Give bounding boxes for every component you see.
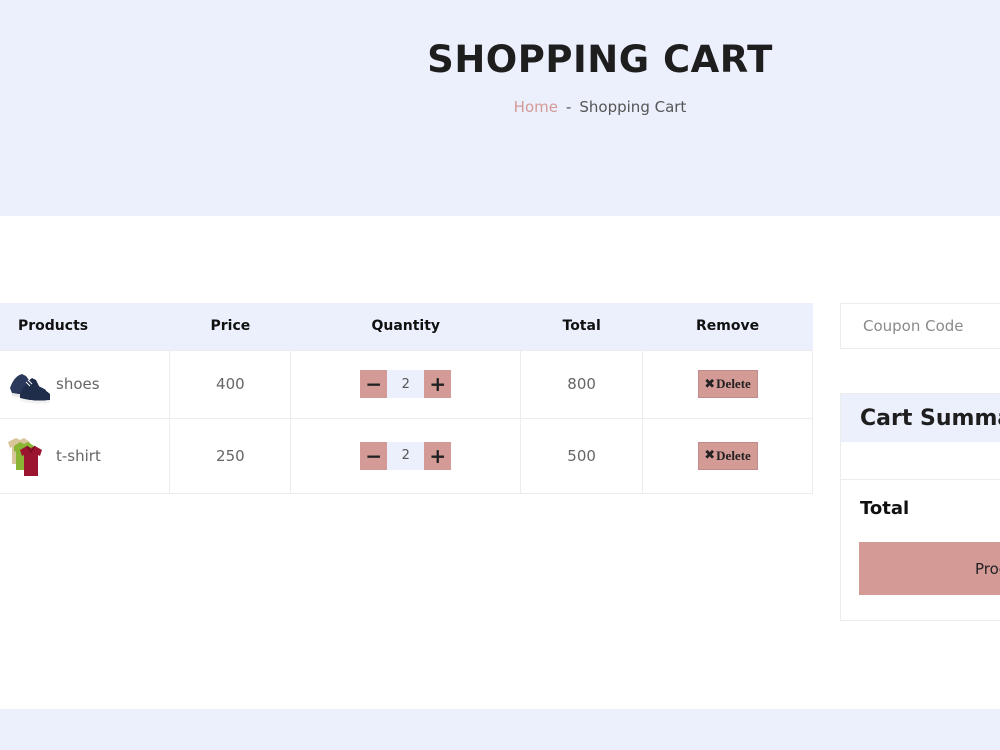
delete-button[interactable]: ✖ Delete (697, 441, 758, 470)
quantity-cell: − 2 + (290, 417, 522, 494)
quantity-cell: − 2 + (290, 349, 522, 419)
cart-table: Products Price Quantity Total Remove sho… (0, 303, 813, 494)
delete-label: Delete (716, 447, 751, 463)
table-row: t-shirt 250 − 2 + 500 ✖ Delete (0, 417, 813, 494)
column-header-products: Products (0, 303, 170, 350)
remove-cell: ✖ Delete (642, 349, 813, 419)
shoes-image (10, 374, 50, 404)
page-title: SHOPPING CART (427, 38, 773, 81)
quantity-stepper: − 2 + (360, 370, 452, 398)
quantity-input[interactable]: 2 (387, 370, 425, 398)
product-name[interactable]: shoes (56, 375, 100, 393)
quantity-input[interactable]: 2 (387, 441, 425, 470)
cart-summary-panel: Cart Summary Total Proceed To Checkout (840, 393, 1000, 621)
total-cell: 500 (520, 417, 644, 494)
delete-button[interactable]: ✖ Delete (697, 370, 758, 398)
quantity-stepper: − 2 + (360, 441, 452, 470)
breadcrumb-separator: - (565, 98, 572, 116)
total-cell: 800 (520, 349, 644, 419)
table-row: shoes 400 − 2 + 800 ✖ Delete (0, 349, 813, 419)
increase-quantity-button[interactable]: + (424, 370, 452, 398)
decrease-quantity-button[interactable]: − (360, 370, 388, 398)
breadcrumb: Home - Shopping Cart (0, 98, 1000, 116)
footer-band (0, 709, 1000, 750)
price-cell: 250 (169, 417, 292, 494)
coupon-code-input[interactable] (840, 303, 1000, 349)
remove-cell: ✖ Delete (642, 417, 813, 494)
proceed-to-checkout-button[interactable]: Proceed To Checkout (859, 542, 1000, 595)
increase-quantity-button[interactable]: + (424, 441, 452, 470)
cart-summary-title: Cart Summary (841, 394, 1000, 442)
close-icon: ✖ (704, 448, 716, 463)
page-header-banner: SHOPPING CART Home - Shopping Cart (0, 0, 1000, 216)
column-header-remove: Remove (642, 303, 813, 350)
product-cell: t-shirt (0, 417, 171, 494)
decrease-quantity-button[interactable]: − (360, 441, 388, 470)
column-header-total: Total (520, 303, 643, 350)
summary-divider (841, 479, 1000, 480)
summary-total-label: Total (860, 498, 910, 519)
delete-label: Delete (716, 376, 751, 391)
column-header-price: Price (169, 303, 291, 350)
breadcrumb-home-link[interactable]: Home (514, 98, 558, 116)
price-cell: 400 (169, 349, 292, 419)
close-icon: ✖ (704, 376, 716, 392)
product-cell: shoes (0, 349, 171, 419)
cart-table-header-row: Products Price Quantity Total Remove (0, 303, 813, 350)
product-name[interactable]: t-shirt (56, 447, 101, 465)
t-shirt-image (8, 437, 42, 476)
column-header-quantity: Quantity (290, 303, 521, 350)
breadcrumb-current: Shopping Cart (579, 98, 687, 116)
